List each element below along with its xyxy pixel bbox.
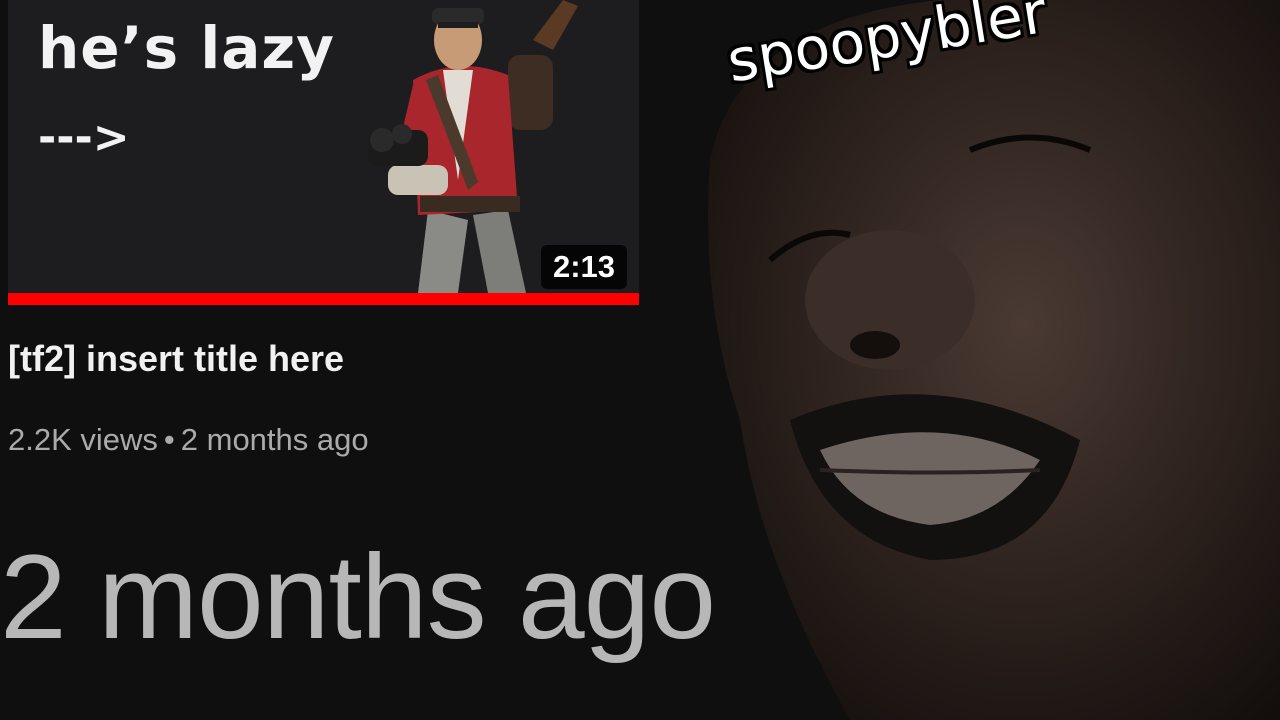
watch-progress-bar — [8, 293, 639, 305]
upload-age: 2 months ago — [180, 422, 369, 457]
video-thumbnail[interactable]: he’s lazy ---> 2:13 — [8, 0, 639, 305]
sleeping-face-image — [708, 0, 1280, 720]
zoomed-upload-age: 2 months ago — [0, 530, 716, 664]
thumbnail-arrow: ---> — [38, 112, 130, 163]
duration-badge: 2:13 — [540, 245, 627, 289]
view-count: 2.2K views — [8, 422, 158, 457]
thumbnail-caption: he’s lazy — [38, 14, 335, 82]
video-title[interactable]: [tf2] insert title here — [8, 338, 344, 380]
video-metadata: 2.2K views • 2 months ago — [8, 422, 369, 458]
watch-progress-fill — [8, 293, 639, 305]
meta-separator: • — [163, 422, 175, 457]
